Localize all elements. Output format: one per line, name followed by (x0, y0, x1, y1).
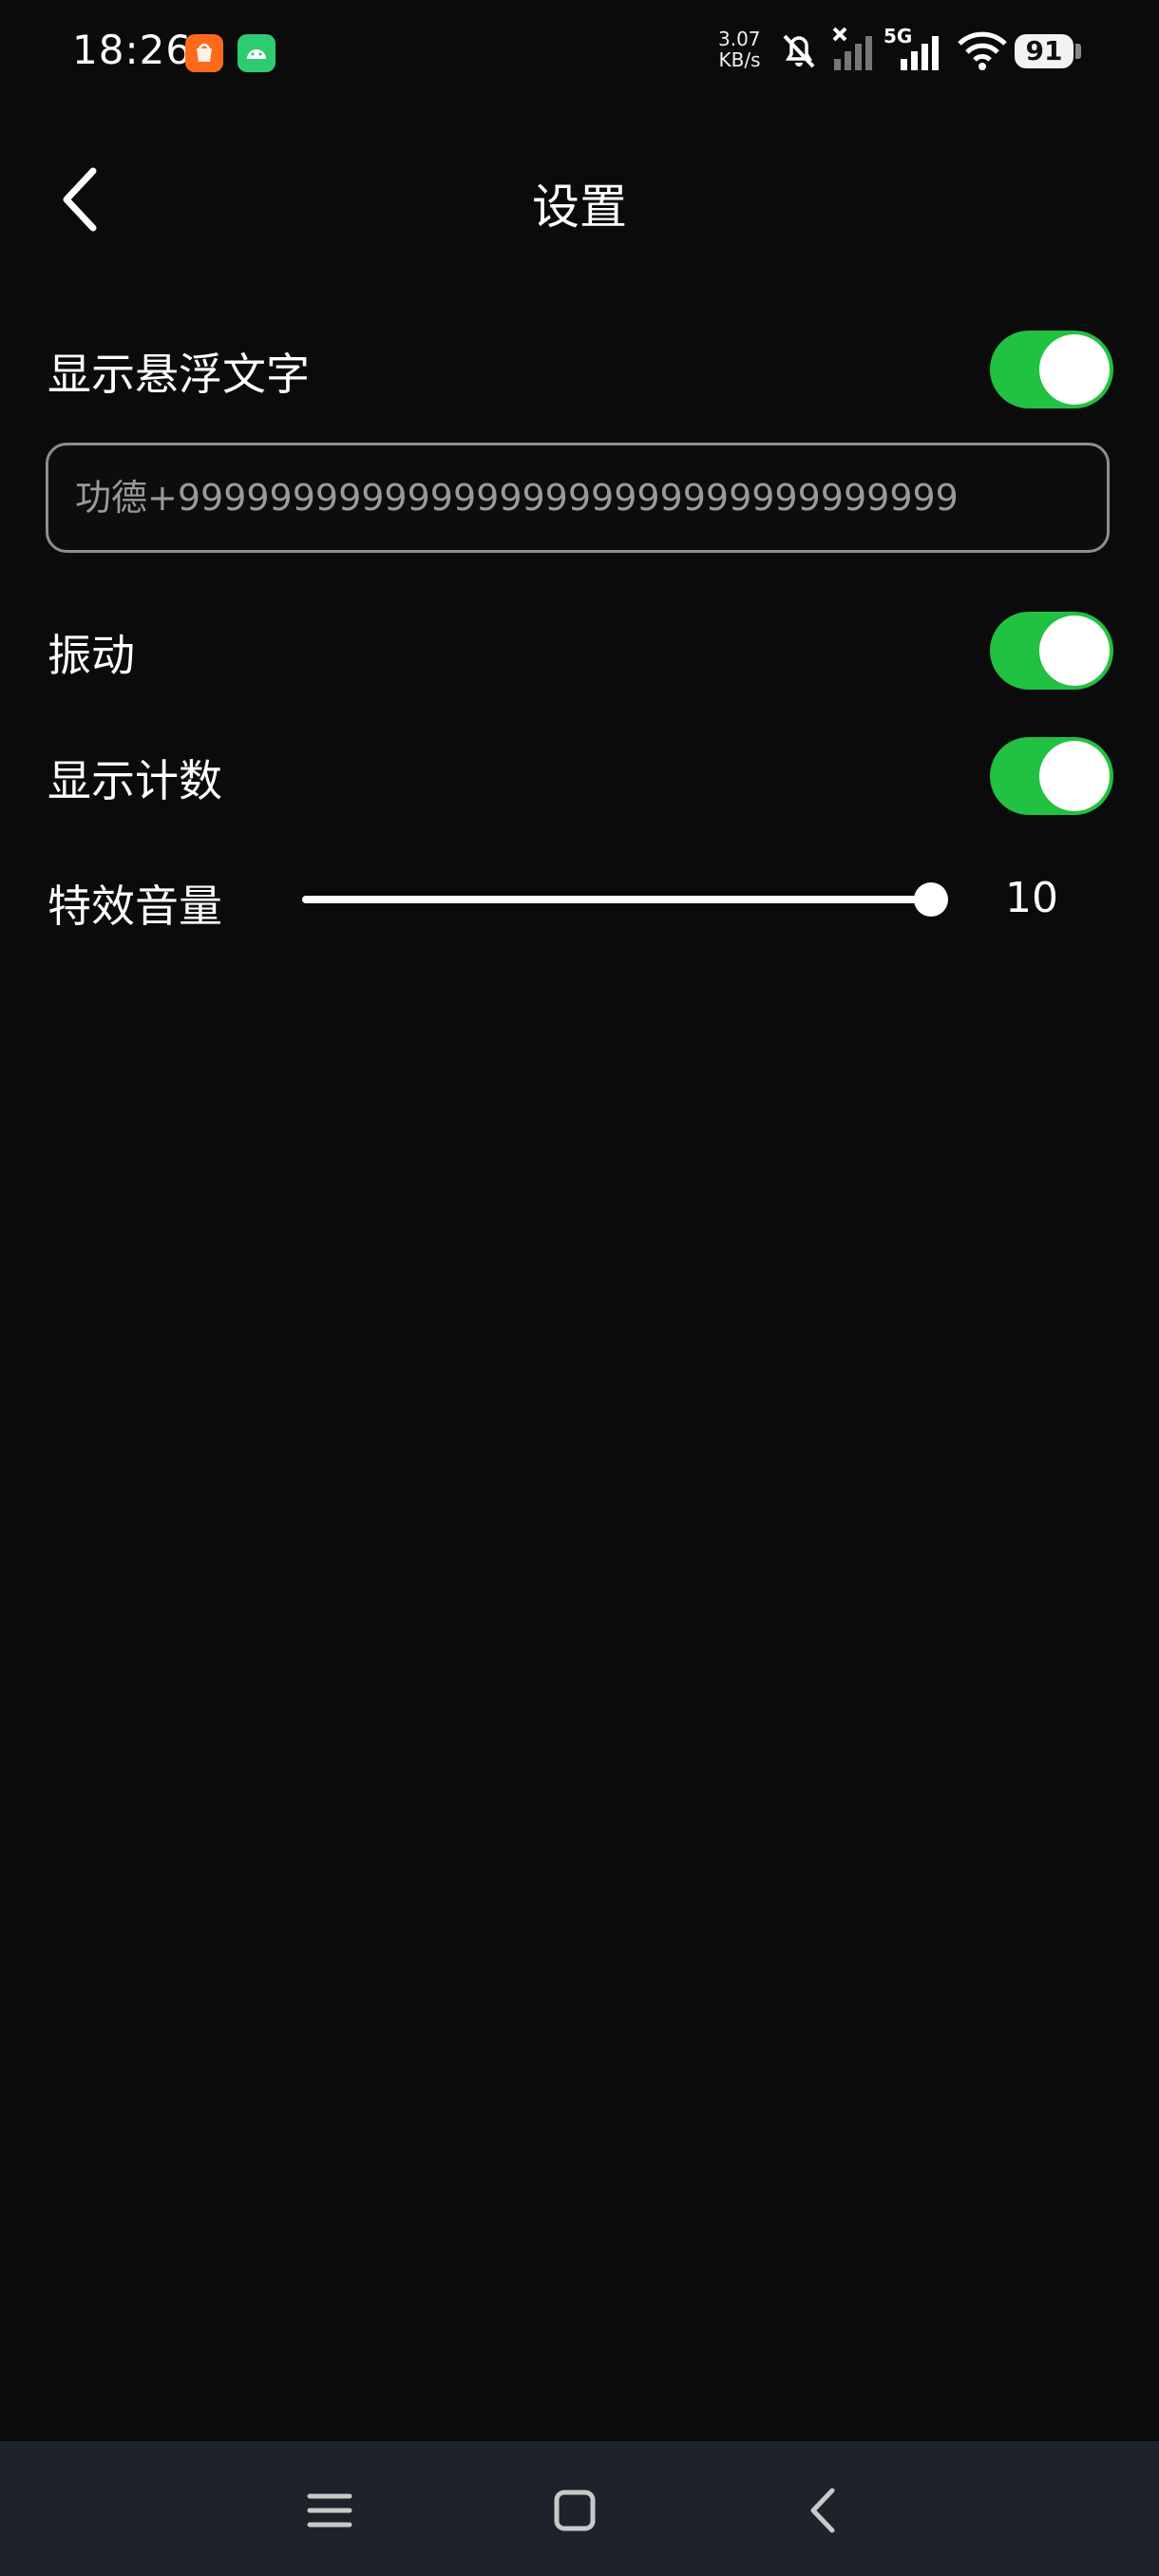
status-time: 18:26 (72, 27, 193, 73)
vibration-label: 振动 (48, 630, 135, 681)
toggle-knob (1039, 334, 1110, 405)
toggle-knob (1039, 616, 1110, 686)
effect-volume-value: 10 (1005, 874, 1058, 922)
floating-text-field[interactable] (46, 443, 1110, 553)
menu-icon[interactable] (296, 2477, 363, 2544)
no-signal-icon (832, 27, 872, 70)
mute-icon (783, 34, 815, 68)
show-floating-text-label: 显示悬浮文字 (48, 349, 310, 400)
show-count-toggle[interactable] (990, 737, 1113, 815)
home-icon[interactable] (542, 2477, 608, 2544)
shopping-app-icon (185, 34, 223, 72)
battery-tip (1075, 44, 1081, 59)
effect-volume-label: 特效音量 (48, 881, 222, 932)
navigation-bar (0, 2441, 1159, 2576)
status-bar: 18:26 3.07 KB/s 5G 91 (0, 0, 1159, 104)
signal-icon (901, 36, 939, 70)
slider-thumb[interactable] (914, 882, 948, 917)
back-icon[interactable] (790, 2477, 857, 2544)
network-speed: 3.07 KB/s (718, 28, 761, 71)
android-app-icon (238, 34, 276, 72)
app-header: 设置 (0, 142, 1159, 256)
show-floating-text-toggle[interactable] (990, 331, 1113, 408)
toggle-knob (1039, 741, 1110, 811)
battery-icon: 91 (1015, 34, 1074, 68)
wifi-icon (958, 31, 1007, 70)
vibration-toggle[interactable] (990, 612, 1113, 690)
effect-volume-slider[interactable] (302, 896, 931, 903)
show-count-label: 显示计数 (48, 755, 222, 806)
page-title: 设置 (532, 180, 627, 235)
floating-text-input[interactable] (75, 445, 1082, 550)
